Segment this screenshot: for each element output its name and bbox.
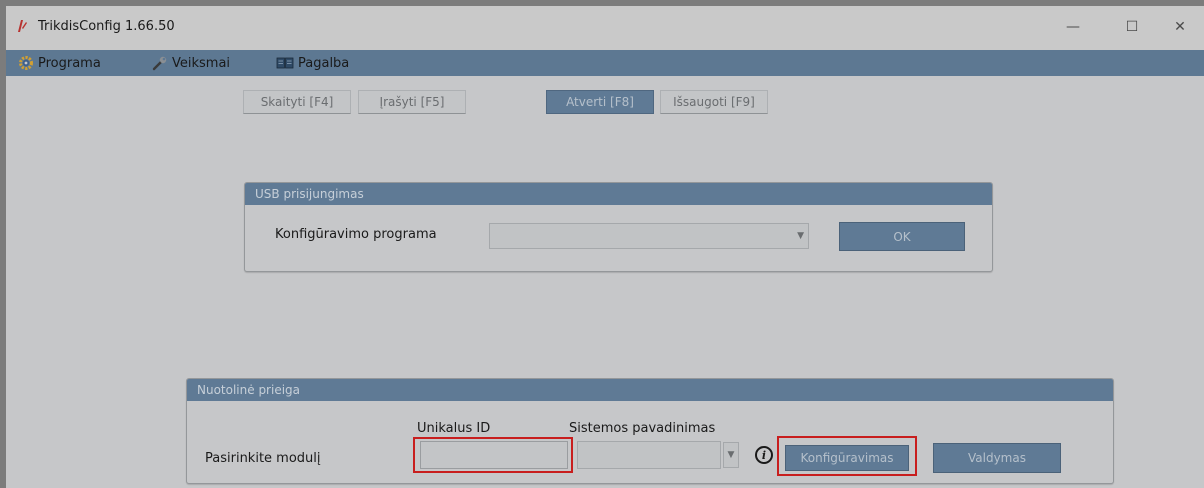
control-button[interactable]: Valdymas xyxy=(933,443,1061,473)
configure-highlight xyxy=(777,436,917,476)
remote-access-panel: Nuotolinė prieiga Unikalus ID Sistemos p… xyxy=(186,378,1114,484)
config-program-label: Konfigūravimo programa xyxy=(275,227,437,242)
gear-icon xyxy=(19,56,33,70)
maximize-button[interactable]: ☐ xyxy=(1120,16,1144,38)
system-name-combo[interactable] xyxy=(577,441,721,469)
unique-id-label: Unikalus ID xyxy=(417,421,491,436)
config-program-dropdown[interactable]: ▼ xyxy=(489,223,809,249)
usb-connection-panel: USB prisijungimas Konfigūravimo programa… xyxy=(244,182,993,272)
wrench-icon xyxy=(152,56,167,71)
remote-panel-header: Nuotolinė prieiga xyxy=(187,379,1113,401)
close-button[interactable]: ✕ xyxy=(1168,16,1192,38)
ok-button[interactable]: OK xyxy=(839,222,965,251)
open-button[interactable]: Atverti [F8] xyxy=(546,90,654,114)
select-module-label: Pasirinkite modulį xyxy=(205,451,321,466)
menu-pagalba-label: Pagalba xyxy=(298,55,350,71)
title-bar: TrikdisConfig 1.66.50 — ☐ ✕ xyxy=(6,6,1204,50)
unique-id-highlight xyxy=(413,437,573,473)
app-logo-icon xyxy=(18,20,27,32)
menu-pagalba[interactable]: Pagalba xyxy=(276,54,349,72)
info-icon[interactable]: i xyxy=(755,446,773,464)
write-button[interactable]: Įrašyti [F5] xyxy=(358,90,466,114)
app-window: TrikdisConfig 1.66.50 — ☐ ✕ Programa Vei… xyxy=(6,6,1204,488)
read-button[interactable]: Skaityti [F4] xyxy=(243,90,351,114)
book-icon xyxy=(276,57,294,69)
system-name-dropdown-button[interactable]: ▼ xyxy=(723,442,739,468)
menu-programa[interactable]: Programa xyxy=(18,54,101,72)
menu-bar: Programa Veiksmai Pagalba xyxy=(6,50,1204,76)
minimize-button[interactable]: — xyxy=(1061,16,1085,38)
save-button[interactable]: Išsaugoti [F9] xyxy=(660,90,768,114)
dropdown-arrow-icon: ▼ xyxy=(797,231,804,241)
system-name-label: Sistemos pavadinimas xyxy=(569,421,716,436)
usb-panel-header: USB prisijungimas xyxy=(245,183,992,205)
menu-veiksmai[interactable]: Veiksmai xyxy=(152,54,230,72)
menu-programa-label: Programa xyxy=(38,55,101,71)
menu-veiksmai-label: Veiksmai xyxy=(172,55,231,71)
window-title: TrikdisConfig 1.66.50 xyxy=(38,19,175,34)
